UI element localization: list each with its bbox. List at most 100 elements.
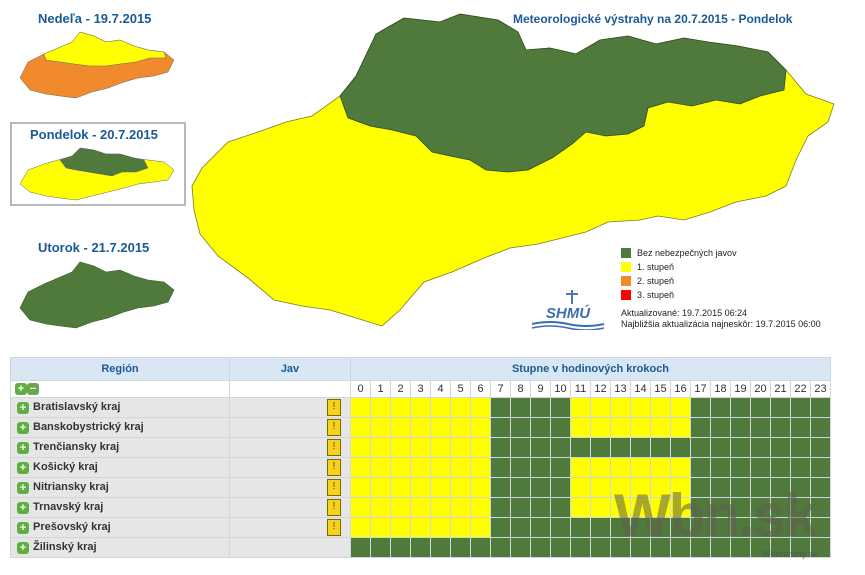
hour-level-cell: [650, 417, 671, 438]
map-thumb-monday[interactable]: [16, 144, 178, 202]
expand-region-icon[interactable]: +: [17, 441, 29, 454]
region-name-cell[interactable]: + Žilinský kraj: [10, 537, 230, 558]
day-title-tuesday[interactable]: Utorok - 21.7.2015: [38, 240, 149, 255]
hour-level-cell: [750, 517, 771, 538]
hour-level-cell: [430, 417, 451, 438]
day-title-monday[interactable]: Pondelok - 20.7.2015: [30, 127, 158, 142]
main-map[interactable]: [188, 10, 840, 328]
thermometer-icon[interactable]: !: [327, 399, 341, 416]
hour-level-cell: [350, 497, 371, 518]
region-row[interactable]: + Trenčiansky kraj!: [10, 437, 831, 458]
hour-level-cell: [670, 437, 691, 458]
hour-level-cell: [810, 437, 831, 458]
hour-level-cell: [370, 397, 391, 418]
expand-region-icon[interactable]: +: [17, 481, 29, 494]
hour-label: 0: [350, 380, 371, 398]
thermometer-icon[interactable]: !: [327, 499, 341, 516]
thermometer-icon[interactable]: !: [327, 479, 341, 496]
expand-region-icon[interactable]: +: [17, 401, 29, 414]
hour-level-cell: [430, 437, 451, 458]
expand-region-icon[interactable]: +: [17, 501, 29, 514]
hour-level-cell: [630, 517, 651, 538]
day-title-sunday[interactable]: Nedeľa - 19.7.2015: [38, 11, 151, 26]
region-row[interactable]: + Košický kraj!: [10, 457, 831, 478]
hour-level-cell: [370, 417, 391, 438]
thermometer-icon[interactable]: !: [327, 459, 341, 476]
collapse-all-icon[interactable]: −: [27, 383, 39, 396]
region-row[interactable]: + Trnavský kraj!: [10, 497, 831, 518]
legend-swatch-level1: [621, 262, 631, 272]
hour-level-cell: [730, 497, 751, 518]
thermometer-icon[interactable]: !: [327, 419, 341, 436]
selected-day-frame[interactable]: Pondelok - 20.7.2015: [10, 122, 186, 206]
map-thumb-tuesday[interactable]: [16, 258, 178, 330]
hour-level-cell: [550, 437, 571, 458]
region-row[interactable]: + Bratislavský kraj!: [10, 397, 831, 418]
hour-level-cell: [590, 497, 611, 518]
hour-level-cell: [390, 497, 411, 518]
hazard-cell: !: [229, 457, 351, 478]
map-thumb-sunday[interactable]: [16, 28, 178, 100]
hour-level-cell: [450, 417, 471, 438]
expand-region-icon[interactable]: +: [17, 521, 29, 534]
hour-level-cell: [350, 397, 371, 418]
region-row[interactable]: + Žilinský kraj: [10, 537, 831, 558]
region-name-cell[interactable]: + Banskobystrický kraj: [10, 417, 230, 438]
region-row[interactable]: + Prešovský kraj!: [10, 517, 831, 538]
hour-level-cell: [490, 497, 511, 518]
region-name: Žilinský kraj: [33, 541, 97, 554]
hour-level-cell: [770, 477, 791, 498]
hour-level-cell: [750, 437, 771, 458]
region-name-cell[interactable]: + Prešovský kraj: [10, 517, 230, 538]
legend-item: 1. stupeň: [621, 260, 737, 274]
hour-level-cell: [810, 397, 831, 418]
col-region-header[interactable]: Región: [10, 357, 230, 381]
thermometer-icon[interactable]: !: [327, 519, 341, 536]
hour-level-cell: [690, 477, 711, 498]
region-row[interactable]: + Banskobystrický kraj!: [10, 417, 831, 438]
col-steps-header[interactable]: Stupne v hodinových krokoch: [350, 357, 831, 381]
hour-level-cell: [690, 397, 711, 418]
hour-level-cell: [510, 497, 531, 518]
region-name: Prešovský kraj: [33, 521, 111, 534]
hour-level-cell: [530, 457, 551, 478]
hour-level-cell: [410, 537, 431, 558]
hour-level-cell: [610, 457, 631, 478]
col-jav-header[interactable]: Jav: [229, 357, 351, 381]
hour-level-cell: [730, 477, 751, 498]
region-name-cell[interactable]: + Nitriansky kraj: [10, 477, 230, 498]
expand-region-icon[interactable]: +: [17, 461, 29, 474]
region-name-cell[interactable]: + Košický kraj: [10, 457, 230, 478]
region-row[interactable]: + Nitriansky kraj!: [10, 477, 831, 498]
shmu-logo[interactable]: SHMÚ: [530, 288, 606, 330]
region-name-cell[interactable]: + Trenčiansky kraj: [10, 437, 230, 458]
updated-text: Aktualizované: 19.7.2015 06:24: [621, 308, 748, 318]
warning-table: Región Jav Stupne v hodinových krokoch +…: [10, 357, 831, 558]
hour-level-cell: [350, 417, 371, 438]
hour-level-cell: [550, 537, 571, 558]
hour-level-cell: [550, 497, 571, 518]
hour-level-cell: [410, 457, 431, 478]
hour-level-cell: [530, 437, 551, 458]
expand-region-icon[interactable]: +: [17, 541, 29, 554]
region-name-cell[interactable]: + Trnavský kraj: [10, 497, 230, 518]
thermometer-icon[interactable]: !: [327, 439, 341, 456]
jav-blank: [229, 380, 351, 398]
expand-region-icon[interactable]: +: [17, 421, 29, 434]
hour-level-cell: [490, 457, 511, 478]
hour-level-cell: [610, 397, 631, 418]
hour-level-cell: [370, 477, 391, 498]
hour-level-cell: [390, 397, 411, 418]
hour-label: 9: [530, 380, 551, 398]
hour-level-cell: [410, 417, 431, 438]
region-name: Banskobystrický kraj: [33, 421, 144, 434]
region-name-cell[interactable]: + Bratislavský kraj: [10, 397, 230, 418]
hazard-cell: [229, 537, 351, 558]
region-name: Bratislavský kraj: [33, 401, 121, 414]
hour-level-cell: [810, 477, 831, 498]
hour-level-cell: [810, 417, 831, 438]
hour-level-cell: [470, 497, 491, 518]
hour-label: 7: [490, 380, 511, 398]
hour-level-cell: [770, 457, 791, 478]
expand-all-icon[interactable]: +: [15, 383, 27, 396]
